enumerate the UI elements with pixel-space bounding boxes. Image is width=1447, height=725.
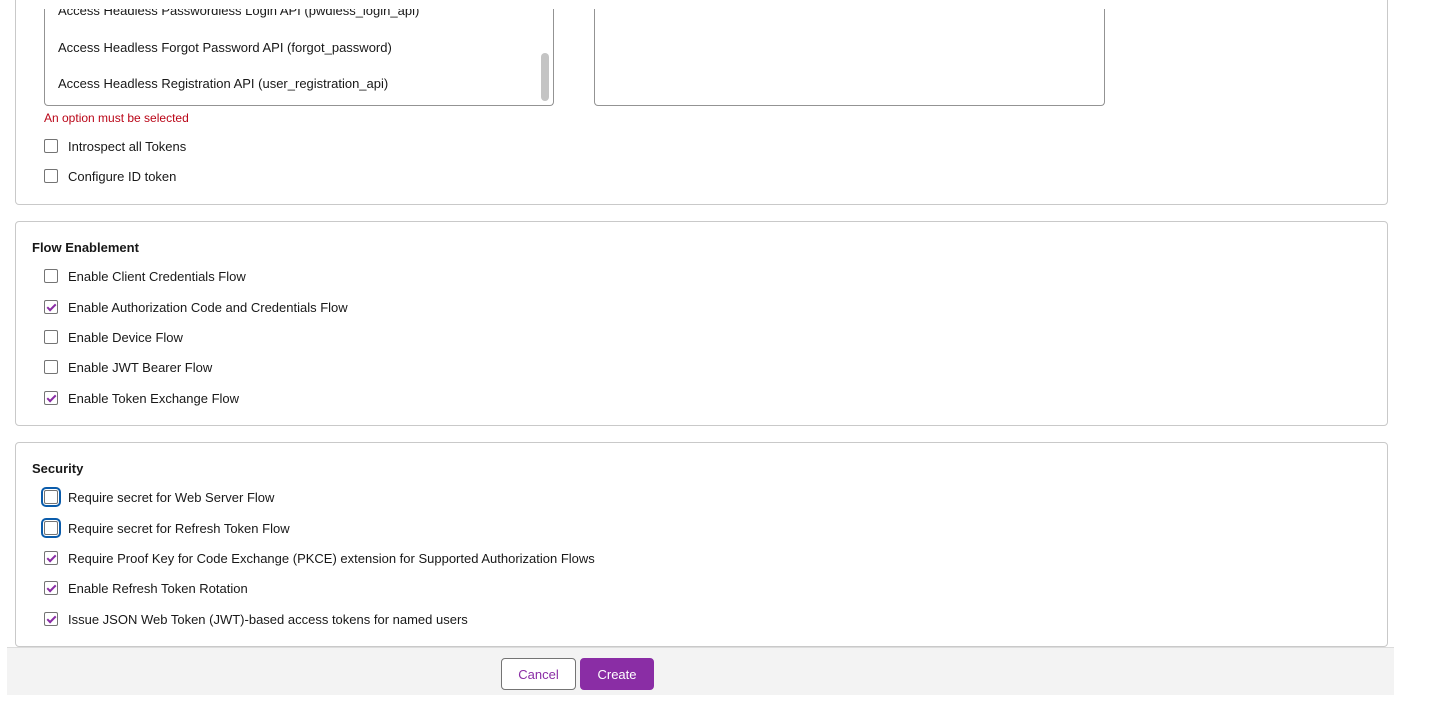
cancel-button[interactable]: Cancel (501, 658, 576, 690)
flow-enablement-title: Flow Enablement (32, 240, 139, 255)
refresh-token-rotation-checkbox[interactable] (44, 581, 58, 595)
checkbox-label: Require Proof Key for Code Exchange (PKC… (68, 550, 595, 566)
checkbox-label: Enable Device Flow (68, 329, 183, 345)
auth-code-credentials-flow-row[interactable]: Enable Authorization Code and Credential… (44, 298, 348, 316)
checkbox-label: Require secret for Refresh Token Flow (68, 520, 290, 536)
security-title: Security (32, 461, 84, 476)
refresh-token-secret-checkbox[interactable] (41, 518, 61, 538)
available-scopes-listbox[interactable]: Access Headless Passwordless Login API (… (44, 9, 554, 106)
token-exchange-flow-row[interactable]: Enable Token Exchange Flow (44, 389, 239, 407)
checkbox-label: Require secret for Web Server Flow (68, 489, 275, 505)
configure-id-token-checkbox-row[interactable]: Configure ID token (44, 167, 176, 185)
auth-code-credentials-flow-checkbox[interactable] (44, 300, 58, 314)
listbox-scrollbar[interactable] (541, 53, 549, 101)
pkce-checkbox[interactable] (44, 551, 58, 565)
refresh-token-rotation-row[interactable]: Enable Refresh Token Rotation (44, 579, 248, 597)
device-flow-checkbox[interactable] (44, 330, 58, 344)
token-exchange-flow-checkbox[interactable] (44, 391, 58, 405)
device-flow-row[interactable]: Enable Device Flow (44, 328, 183, 346)
checkbox-label: Introspect all Tokens (68, 138, 187, 154)
scope-option[interactable]: Access Headless Passwordless Login API (… (58, 9, 419, 18)
jwt-access-tokens-row[interactable]: Issue JSON Web Token (JWT)-based access … (44, 610, 468, 628)
checkbox-label: Enable Token Exchange Flow (68, 390, 240, 406)
web-server-secret-row[interactable]: Require secret for Web Server Flow (41, 487, 275, 507)
checkbox-label: Configure ID token (68, 168, 177, 184)
introspect-tokens-checkbox[interactable] (44, 139, 58, 153)
pkce-row[interactable]: Require Proof Key for Code Exchange (PKC… (44, 549, 595, 567)
scope-option[interactable]: Access Headless Registration API (user_r… (58, 76, 388, 91)
checkbox-label: Enable Client Credentials Flow (68, 268, 246, 284)
checkbox-label: Enable JWT Bearer Flow (68, 359, 213, 375)
checkbox-label: Enable Authorization Code and Credential… (68, 299, 348, 315)
jwt-bearer-flow-checkbox[interactable] (44, 360, 58, 374)
client-credentials-flow-checkbox[interactable] (44, 269, 58, 283)
checkbox-label: Issue JSON Web Token (JWT)-based access … (68, 611, 468, 627)
form-footer: Cancel Create (7, 647, 1394, 695)
connected-app-form: Access Headless Passwordless Login API (… (0, 0, 1447, 725)
introspect-tokens-checkbox-row[interactable]: Introspect all Tokens (44, 137, 186, 155)
selected-scopes-listbox[interactable] (594, 9, 1105, 106)
scope-option[interactable]: Access Headless Forgot Password API (for… (58, 40, 392, 55)
create-button[interactable]: Create (580, 658, 654, 690)
jwt-bearer-flow-row[interactable]: Enable JWT Bearer Flow (44, 358, 212, 376)
web-server-secret-checkbox[interactable] (41, 487, 61, 507)
jwt-access-tokens-checkbox[interactable] (44, 612, 58, 626)
checkbox-label: Enable Refresh Token Rotation (68, 580, 248, 596)
refresh-token-secret-row[interactable]: Require secret for Refresh Token Flow (41, 518, 290, 538)
configure-id-token-checkbox[interactable] (44, 169, 58, 183)
client-credentials-flow-row[interactable]: Enable Client Credentials Flow (44, 267, 246, 285)
scopes-error-message: An option must be selected (44, 111, 189, 125)
